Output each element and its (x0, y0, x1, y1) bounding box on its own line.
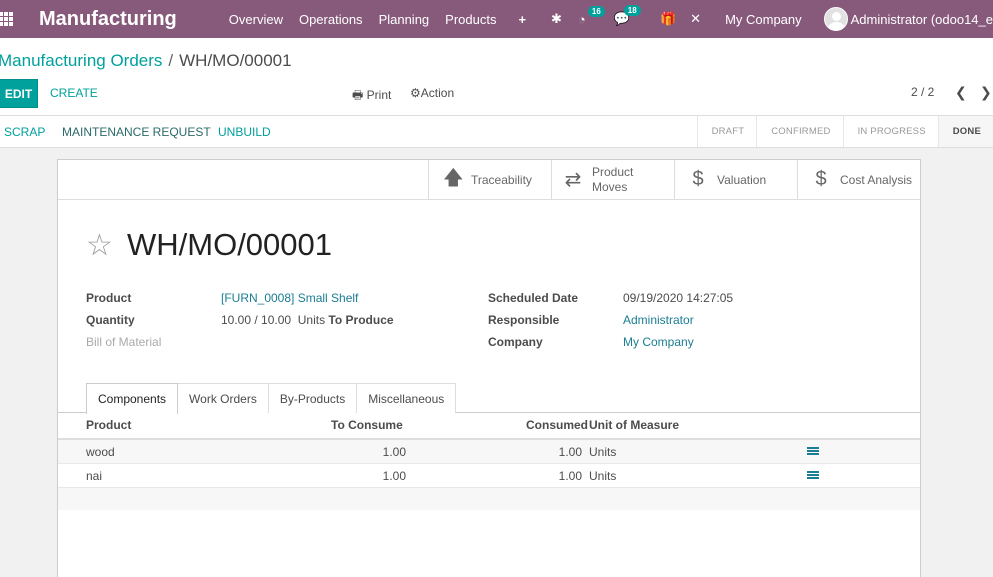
valuation-label: Valuation (717, 172, 767, 187)
tab-by-products[interactable]: By-Products (267, 383, 358, 413)
edit-button[interactable]: EDIT (0, 79, 38, 108)
stage-confirmed[interactable]: CONFIRMED (756, 116, 842, 147)
row-product: nai (86, 469, 103, 483)
dollar-icon: $ (815, 168, 827, 190)
row-consumed: 1.00 (558, 469, 582, 483)
message-count-badge: 18 (623, 5, 641, 16)
row-to-consume: 1.00 (382, 445, 406, 459)
stage-in-progress[interactable]: IN PROGRESS (842, 116, 938, 147)
breadcrumb-separator: / (168, 51, 174, 70)
row-consumed: 1.00 (558, 445, 582, 459)
smart-button-box: 🡅 Traceability ⇄ Product Moves $ Valuatio… (58, 160, 920, 200)
col-to-consume[interactable]: To Consume (331, 418, 403, 432)
print-icon: 🖶 (352, 88, 364, 102)
print-button[interactable]: 🖶 Print (352, 86, 391, 107)
col-product[interactable]: Product (86, 418, 131, 432)
record-title: WH/MO/00001 (127, 227, 333, 262)
cost-analysis-label: Cost Analysis (840, 172, 913, 187)
exchange-icon: ⇄ (564, 169, 582, 191)
arrow-up-icon: 🡅 (443, 166, 464, 189)
traceability-button[interactable]: 🡅 Traceability (428, 160, 551, 199)
maintenance-request-button[interactable]: MAINTENANCE REQUEST (62, 125, 211, 139)
systray: ✱ ◔ 16 💬 18 🎁 ✕ My Company Administrator (… (537, 0, 993, 38)
responsible-label: Responsible (488, 313, 560, 327)
tab-work-orders[interactable]: Work Orders (177, 383, 269, 413)
table-row[interactable]: nai 1.00 1.00 Units (58, 464, 920, 488)
control-panel: Manufacturing Orders / WH/MO/00001 EDIT CR… (0, 38, 993, 116)
breadcrumb: Manufacturing Orders / WH/MO/00001 (0, 51, 292, 71)
apps-menu-icon[interactable] (0, 12, 13, 26)
responsible-value[interactable]: Administrator (623, 313, 694, 327)
chevron-left-icon[interactable]: ❮ (955, 84, 967, 101)
quantity-uom: Units (297, 313, 326, 327)
activity-icon[interactable]: ◔ 16 (578, 5, 605, 27)
breadcrumb-parent[interactable]: Manufacturing Orders (0, 51, 162, 70)
detailed-operations-icon[interactable] (807, 447, 819, 457)
bom-label: Bill of Material (86, 335, 162, 349)
quantity-value: 10.00 / 10.00 Units To Produce (221, 313, 394, 327)
top-navbar: Manufacturing Overview Operations Planni… (0, 0, 993, 38)
company-switcher[interactable]: My Company (725, 12, 802, 27)
main-menu: Overview Operations Planning Products + (229, 12, 542, 27)
bug-icon[interactable]: ✱ (551, 11, 562, 27)
user-avatar[interactable] (823, 7, 848, 31)
row-uom: Units (589, 469, 617, 483)
quick-create-icon[interactable]: + (518, 12, 526, 27)
gear-icon: ⚙ (410, 86, 421, 100)
gift-icon[interactable]: 🎁 (660, 11, 676, 27)
chevron-right-icon[interactable]: ❯ (980, 84, 992, 101)
pager-value[interactable]: 2 / 2 (911, 85, 934, 99)
cost-analysis-button[interactable]: $ Cost Analysis (797, 160, 920, 199)
quantity-suffix: To Produce (328, 313, 394, 327)
star-icon[interactable]: ☆ (86, 228, 113, 263)
status-bar: SCRAP MAINTENANCE REQUEST UNBUILD DRAFT … (0, 116, 993, 148)
stage-pipeline: DRAFT CONFIRMED IN PROGRESS DONE (696, 116, 993, 147)
menu-products[interactable]: Products (445, 12, 496, 27)
scheduled-date-label: Scheduled Date (488, 291, 579, 305)
valuation-button[interactable]: $ Valuation (674, 160, 797, 199)
row-uom: Units (589, 445, 617, 459)
col-consumed[interactable]: Consumed (526, 418, 588, 432)
messages-icon[interactable]: 💬 18 (614, 5, 641, 27)
unbuild-button[interactable]: UNBUILD (218, 125, 271, 139)
scrap-button[interactable]: SCRAP (4, 125, 45, 139)
action-button[interactable]: ⚙Action (410, 86, 454, 100)
col-uom[interactable]: Unit of Measure (589, 418, 679, 432)
product-moves-line2: Moves (592, 179, 628, 194)
dollar-icon: $ (692, 168, 704, 190)
detailed-operations-icon[interactable] (807, 471, 819, 481)
tools-icon[interactable]: ✕ (690, 11, 701, 27)
tab-components[interactable]: Components (86, 383, 179, 414)
product-label: Product (86, 291, 132, 305)
quantity-amount: 10.00 / 10.00 (221, 313, 292, 327)
activity-count-badge: 16 (587, 5, 605, 17)
menu-operations[interactable]: Operations (299, 12, 363, 27)
quantity-label: Quantity (86, 313, 135, 327)
row-to-consume: 1.00 (382, 469, 406, 483)
breadcrumb-current: WH/MO/00001 (179, 51, 292, 70)
app-brand[interactable]: Manufacturing (39, 8, 177, 31)
form-sheet: 🡅 Traceability ⇄ Product Moves $ Valuatio… (57, 159, 921, 577)
row-product: wood (86, 445, 115, 459)
stage-done[interactable]: DONE (937, 116, 993, 147)
product-moves-line1: Product (592, 164, 634, 179)
action-label: Action (420, 86, 455, 100)
company-label: Company (488, 335, 543, 349)
create-button[interactable]: CREATE (50, 86, 98, 100)
stage-draft[interactable]: DRAFT (696, 116, 757, 147)
menu-overview[interactable]: Overview (229, 12, 283, 27)
product-value[interactable]: [FURN_0008] Small Shelf (221, 291, 358, 305)
product-moves-label: Product Moves (592, 165, 633, 195)
empty-table-row (58, 488, 920, 510)
user-menu[interactable]: Administrator (odoo14_e (851, 12, 993, 27)
notebook-tabs: Components Work Orders By-Products Misce… (86, 383, 457, 414)
traceability-label: Traceability (471, 172, 532, 187)
company-value[interactable]: My Company (623, 335, 694, 349)
tab-miscellaneous[interactable]: Miscellaneous (356, 383, 457, 413)
menu-planning[interactable]: Planning (379, 12, 430, 27)
scheduled-date-value: 09/19/2020 14:27:05 (623, 291, 734, 305)
table-row[interactable]: wood 1.00 1.00 Units (58, 440, 920, 464)
print-label: Print (366, 88, 392, 102)
product-moves-button[interactable]: ⇄ Product Moves (551, 160, 674, 199)
